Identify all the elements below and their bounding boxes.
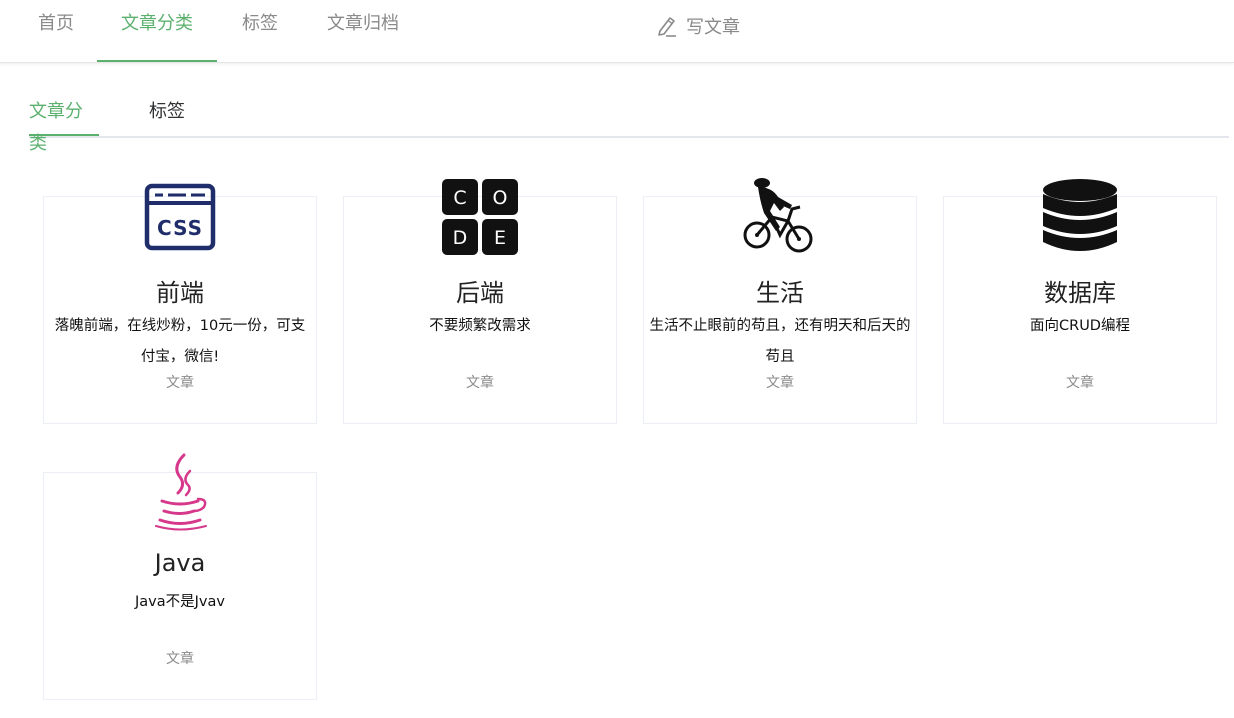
- category-card-life[interactable]: 生活 生活不止眼前的苟且，还有明天和后天的苟且 文章: [643, 178, 917, 424]
- svg-text:D: D: [453, 227, 468, 249]
- write-article-button[interactable]: 写文章: [656, 12, 740, 40]
- edit-icon: [658, 17, 676, 37]
- category-article-label: 文章: [166, 651, 194, 667]
- category-card-java[interactable]: Java Java不是Jvav 文章: [43, 453, 317, 700]
- category-description: 落魄前端，在线炒粉，10元一份，可支付宝，微信!: [54, 318, 306, 365]
- category-description: 不要频繁改需求: [429, 318, 531, 334]
- svg-text:E: E: [494, 227, 506, 249]
- nav-item-home[interactable]: 首页: [37, 0, 75, 62]
- nav-item-archive[interactable]: 文章归档: [327, 0, 399, 62]
- css-icon: CSS: [140, 177, 220, 257]
- category-name: Java: [154, 549, 206, 577]
- category-name: 生活: [756, 279, 804, 307]
- nav-item-tags[interactable]: 标签: [241, 0, 279, 62]
- cyclist-icon: [740, 177, 820, 257]
- category-name: 前端: [156, 279, 204, 307]
- code-icon: C O D E: [440, 177, 520, 257]
- category-card-database[interactable]: 数据库 面向CRUD编程 文章: [943, 179, 1217, 424]
- category-name: 后端: [456, 279, 504, 307]
- svg-text:CSS: CSS: [157, 216, 203, 240]
- write-article-label: 写文章: [686, 17, 740, 38]
- category-card-backend[interactable]: C O D E 后端 不要频繁改需求 文章: [343, 179, 617, 424]
- category-description: Java不是Jvav: [135, 594, 225, 610]
- category-card-frontend[interactable]: CSS 前端 落魄前端，在线炒粉，10元一份，可支付宝，微信! 文章: [43, 183, 317, 424]
- category-article-label: 文章: [766, 375, 794, 391]
- top-navbar: 首页 文章分类 标签 文章归档 写文章: [0, 0, 1234, 63]
- tab-tags[interactable]: 标签: [149, 96, 189, 134]
- database-icon: [1040, 177, 1120, 257]
- nav-item-categories[interactable]: 文章分类: [97, 0, 217, 62]
- svg-text:O: O: [493, 187, 508, 209]
- category-description: 生活不止眼前的苟且，还有明天和后天的苟且: [649, 318, 911, 365]
- java-icon: [140, 453, 220, 533]
- svg-text:C: C: [453, 187, 466, 209]
- category-article-label: 文章: [466, 375, 494, 391]
- category-article-label: 文章: [1066, 375, 1094, 391]
- category-description: 面向CRUD编程: [1030, 318, 1130, 334]
- category-article-label: 文章: [166, 375, 194, 391]
- category-tabs: 文章分类 标签: [29, 96, 1229, 154]
- tab-categories[interactable]: 文章分类: [29, 96, 99, 154]
- category-name: 数据库: [1044, 279, 1116, 307]
